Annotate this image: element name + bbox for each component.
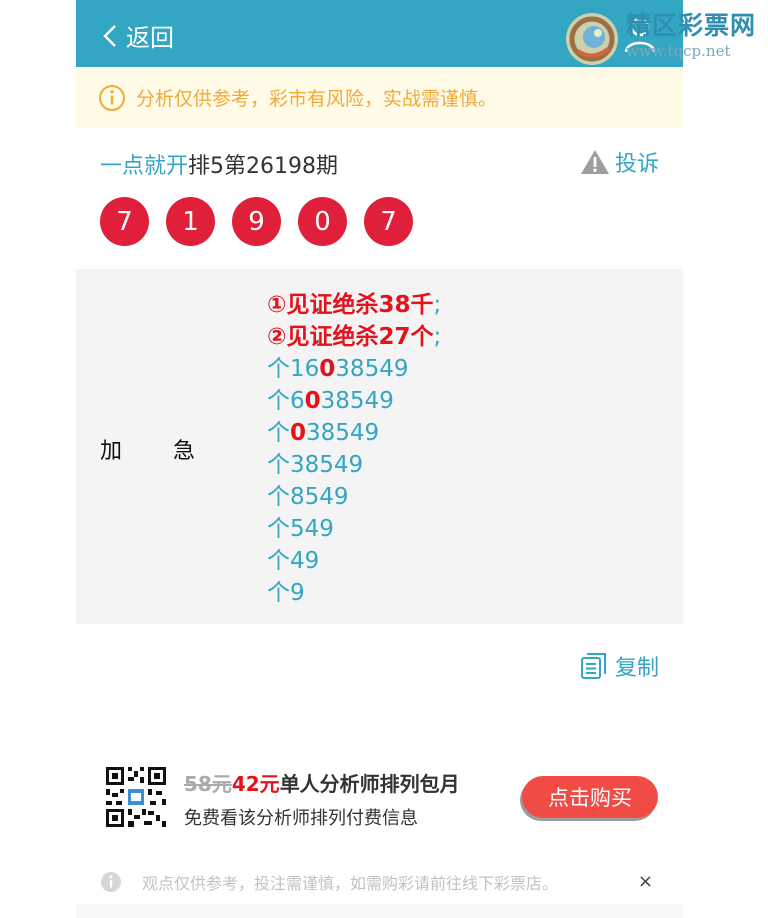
claim-line: ②见证绝杀27个;: [267, 321, 441, 353]
prediction-line: 个38549: [267, 449, 441, 481]
line-post: 38549: [320, 388, 394, 414]
claim-text: ①见证绝杀38千: [267, 292, 434, 318]
back-label: 返回: [126, 24, 174, 52]
prediction-line: 个49: [267, 545, 441, 577]
info-icon: [101, 872, 121, 892]
line-pre: 个6: [267, 388, 305, 414]
line-highlight: 0: [319, 356, 336, 382]
warning-icon: [580, 150, 609, 174]
line-highlight: 0: [304, 388, 321, 414]
prediction-line: 个038549: [267, 417, 441, 449]
back-button[interactable]: 返回: [102, 18, 174, 53]
notice-text: 分析仅供参考，彩市有风险，实战需谨慎。: [136, 88, 498, 110]
qr-code-icon: [104, 765, 168, 829]
prediction-line: 个9: [267, 577, 441, 609]
urgent-label-2: 急: [173, 439, 196, 464]
bottom-strip: [76, 904, 683, 918]
claim-suffix: ;: [433, 292, 442, 318]
line-post: 38549: [306, 420, 380, 446]
logo-url: www.tqcp.net: [626, 42, 731, 60]
subscription-promo: 58元42元单人分析师排列包月 免费看该分析师排列付费信息 点击购买: [76, 760, 683, 840]
chevron-left-icon: [103, 24, 116, 47]
prediction-line: 个8549: [267, 481, 441, 513]
line-pre: 个8549: [267, 484, 349, 510]
promo-price-line: 58元42元单人分析师排列包月: [184, 768, 460, 797]
site-logo: 精区彩票网 www.tqcp.net: [564, 6, 768, 66]
footer-disclaimer: 观点仅供参考，投注需谨慎，如需购彩请前往线下彩票店。 ×: [76, 862, 683, 902]
copy-button[interactable]: 复制: [579, 650, 659, 682]
complain-button[interactable]: 投诉: [579, 146, 659, 178]
result-ball: 7: [364, 197, 413, 246]
close-button[interactable]: ×: [638, 871, 653, 892]
urgent-label-1: 加: [100, 439, 123, 464]
line-post: 38549: [335, 356, 409, 382]
info-icon: [99, 84, 125, 111]
line-pre: 个38549: [267, 452, 364, 478]
prediction-line: 个549: [267, 513, 441, 545]
logo-text: 精区彩票网: [626, 11, 757, 40]
old-price: 58元: [184, 772, 232, 796]
promo-subtitle: 免费看该分析师排列付费信息: [184, 808, 418, 829]
line-pre: 个549: [267, 516, 334, 542]
prediction-panel: 加 急 ①见证绝杀38千; ②见证绝杀27个; 个16038549 个60385…: [76, 269, 683, 624]
result-ball: 1: [166, 197, 215, 246]
claim-text: ②见证绝杀27个: [267, 324, 434, 350]
prediction-line: 个16038549: [267, 353, 441, 385]
line-pre: 个16: [267, 356, 320, 382]
prediction-line: 个6038549: [267, 385, 441, 417]
result-balls: 7 1 9 0 7: [100, 197, 430, 246]
claim-line: ①见证绝杀38千;: [267, 289, 441, 321]
copy-icon: [580, 653, 606, 679]
line-highlight: 0: [290, 420, 307, 446]
line-pre: 个: [267, 420, 290, 446]
issue-title: 一点就开排5第26198期: [100, 148, 338, 180]
result-ball: 9: [232, 197, 281, 246]
risk-notice: 分析仅供参考，彩市有风险，实战需谨慎。: [76, 67, 683, 128]
page-column: 返回 精区彩票网 www.tqcp.net 分析仅供参考，彩市有风险，实战需谨慎…: [76, 0, 755, 918]
analyst-link[interactable]: 一点就开: [100, 154, 188, 179]
result-ball: 0: [298, 197, 347, 246]
logo-emblem-icon: [566, 13, 618, 65]
prediction-lines: ①见证绝杀38千; ②见证绝杀27个; 个16038549 个6038549 个…: [267, 289, 441, 609]
copy-label: 复制: [614, 656, 659, 681]
complain-label: 投诉: [614, 152, 659, 177]
claim-suffix: ;: [433, 324, 442, 350]
result-ball: 7: [100, 197, 149, 246]
new-price: 42元: [231, 772, 280, 796]
promo-title: 单人分析师排列包月: [279, 772, 460, 796]
issue-title-text: 排5第26198期: [188, 154, 338, 179]
line-pre: 个49: [267, 548, 320, 574]
line-pre: 个9: [267, 580, 305, 606]
footer-text: 观点仅供参考，投注需谨慎，如需购彩请前往线下彩票店。: [142, 874, 559, 893]
buy-button[interactable]: 点击购买: [522, 776, 658, 818]
